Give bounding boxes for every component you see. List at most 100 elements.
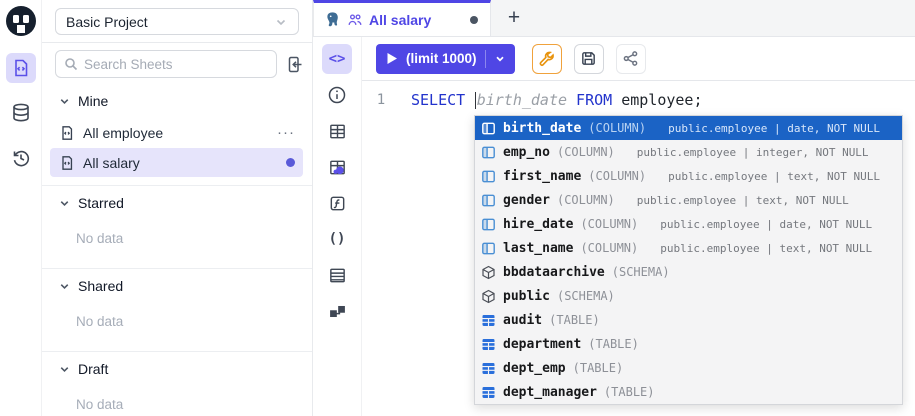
save-icon xyxy=(580,50,597,67)
code-text: SELECT birth_date FROM employee; xyxy=(400,91,703,109)
autocomplete-item[interactable]: bbdataarchive (SCHEMA) xyxy=(475,260,902,284)
suggestion-kind: (SCHEMA) xyxy=(557,289,615,303)
autocomplete-item[interactable]: dept_emp (TABLE) xyxy=(475,356,902,380)
sql-editor-app: Basic Project xyxy=(0,0,915,416)
column-icon xyxy=(481,169,496,184)
column-icon xyxy=(481,217,496,232)
function-icon xyxy=(328,194,347,213)
empty-placeholder: No data xyxy=(42,219,312,260)
line-number: 1 xyxy=(362,92,400,108)
tables-button[interactable] xyxy=(322,116,352,146)
autocomplete-item[interactable]: department (TABLE) xyxy=(475,332,902,356)
databases-panel-button[interactable] xyxy=(6,98,36,128)
run-button-divider xyxy=(485,50,486,68)
format-sql-button[interactable] xyxy=(532,44,562,74)
table-grid-icon xyxy=(328,122,347,141)
search-box[interactable] xyxy=(55,50,277,78)
autocomplete-item[interactable]: first_name (COLUMN) public.employee | te… xyxy=(475,164,902,188)
section-draft: Draft No data xyxy=(42,351,312,416)
sheets-panel-button[interactable] xyxy=(6,53,36,83)
column-icon xyxy=(481,121,496,136)
code-icon: <> xyxy=(329,51,346,67)
chevron-down-icon xyxy=(58,363,71,376)
history-panel-button[interactable] xyxy=(6,143,36,173)
project-selector[interactable]: Basic Project xyxy=(55,8,299,35)
autocomplete-item[interactable]: dept_manager (TABLE) xyxy=(475,380,902,404)
table-icon xyxy=(481,313,496,328)
braces-icon: () xyxy=(329,231,346,247)
schema-diagram-button[interactable] xyxy=(322,296,352,326)
suggestion-detail: public.employee | text, NOT NULL xyxy=(668,170,880,183)
table-insights-button[interactable] xyxy=(322,152,352,182)
sheet-item-all-salary[interactable]: All salary xyxy=(50,148,303,177)
bytebase-logo[interactable] xyxy=(6,6,36,36)
section-shared: Shared No data xyxy=(42,268,312,343)
sheet-item-label: All employee xyxy=(83,125,163,141)
wrench-icon xyxy=(538,50,555,67)
sheet-file-icon xyxy=(59,125,75,141)
schema-icon xyxy=(481,265,496,280)
table-grid-icon xyxy=(328,266,347,285)
sheet-item-menu-icon[interactable]: ··· xyxy=(277,128,295,138)
section-label: Starred xyxy=(78,195,124,211)
suggestion-name: hire_date xyxy=(503,217,573,232)
autocomplete-item[interactable]: emp_no (COLUMN) public.employee | intege… xyxy=(475,140,902,164)
add-tab-button[interactable]: + xyxy=(497,0,531,36)
search-input[interactable] xyxy=(84,57,268,72)
save-sheet-button[interactable] xyxy=(574,44,604,74)
sheet-item-label: All salary xyxy=(83,155,140,171)
play-icon xyxy=(386,52,398,65)
run-query-button[interactable]: (limit 1000) xyxy=(376,44,515,74)
code-view-button[interactable]: <> xyxy=(322,44,352,74)
editor-side-rail: <> xyxy=(313,37,362,416)
autocomplete-item[interactable]: gender (COLUMN) public.employee | text, … xyxy=(475,188,902,212)
suggestion-name: audit xyxy=(503,313,542,328)
section-mine-header[interactable]: Mine xyxy=(42,84,312,117)
section-draft-header[interactable]: Draft xyxy=(42,352,312,385)
chevron-down-icon xyxy=(274,15,288,29)
sheet-item-all-employee[interactable]: All employee ··· xyxy=(50,118,303,147)
import-sheet-icon[interactable] xyxy=(285,55,304,74)
schema-icon xyxy=(481,289,496,304)
autocomplete-item[interactable]: last_name (COLUMN) public.employee | tex… xyxy=(475,236,902,260)
column-icon xyxy=(481,145,496,160)
section-shared-header[interactable]: Shared xyxy=(42,269,312,302)
suggestion-detail: public.employee | integer, NOT NULL xyxy=(637,146,869,159)
suggestion-kind: (TABLE) xyxy=(588,337,639,351)
suggestion-kind: (COLUMN) xyxy=(557,193,615,207)
suggestion-name: last_name xyxy=(503,241,573,256)
sheet-sidebar: Basic Project xyxy=(42,0,313,416)
section-label: Draft xyxy=(78,361,108,377)
chevron-down-icon[interactable] xyxy=(494,53,506,65)
sheet-file-icon xyxy=(59,155,75,171)
suggestion-name: dept_emp xyxy=(503,361,566,376)
section-starred-header[interactable]: Starred xyxy=(42,186,312,219)
autocomplete-item[interactable]: public (SCHEMA) xyxy=(475,284,902,308)
suggestion-detail: public.employee | text, NOT NULL xyxy=(637,194,849,207)
chevron-down-icon xyxy=(58,95,71,108)
code-line-1: 1 SELECT birth_date FROM employee; xyxy=(362,90,915,110)
section-label: Mine xyxy=(78,93,108,109)
share-sheet-button[interactable] xyxy=(616,44,646,74)
tab-all-salary[interactable]: All salary xyxy=(313,0,491,36)
suggestion-name: gender xyxy=(503,193,550,208)
autocomplete-item[interactable]: birth_date (COLUMN) public.employee | da… xyxy=(475,116,902,140)
suggestion-kind: (COLUMN) xyxy=(580,217,638,231)
empty-placeholder: No data xyxy=(42,385,312,416)
database-icon xyxy=(10,102,32,124)
suggestion-kind: (COLUMN) xyxy=(588,169,646,183)
parameters-button[interactable]: () xyxy=(322,224,352,254)
result-table-button[interactable] xyxy=(322,260,352,290)
suggestion-name: birth_date xyxy=(503,121,581,136)
schema-diagram-icon xyxy=(328,302,347,321)
suggestion-kind: (TABLE) xyxy=(549,313,600,327)
info-button[interactable] xyxy=(322,80,352,110)
autocomplete-dropdown: birth_date (COLUMN) public.employee | da… xyxy=(474,115,903,405)
functions-button[interactable] xyxy=(322,188,352,218)
autocomplete-item[interactable]: hire_date (COLUMN) public.employee | dat… xyxy=(475,212,902,236)
share-icon xyxy=(622,50,639,67)
suggestion-kind: (COLUMN) xyxy=(557,145,615,159)
autocomplete-item[interactable]: audit (TABLE) xyxy=(475,308,902,332)
suggestion-kind: (TABLE) xyxy=(604,385,655,399)
tab-strip: All salary + xyxy=(313,0,915,37)
